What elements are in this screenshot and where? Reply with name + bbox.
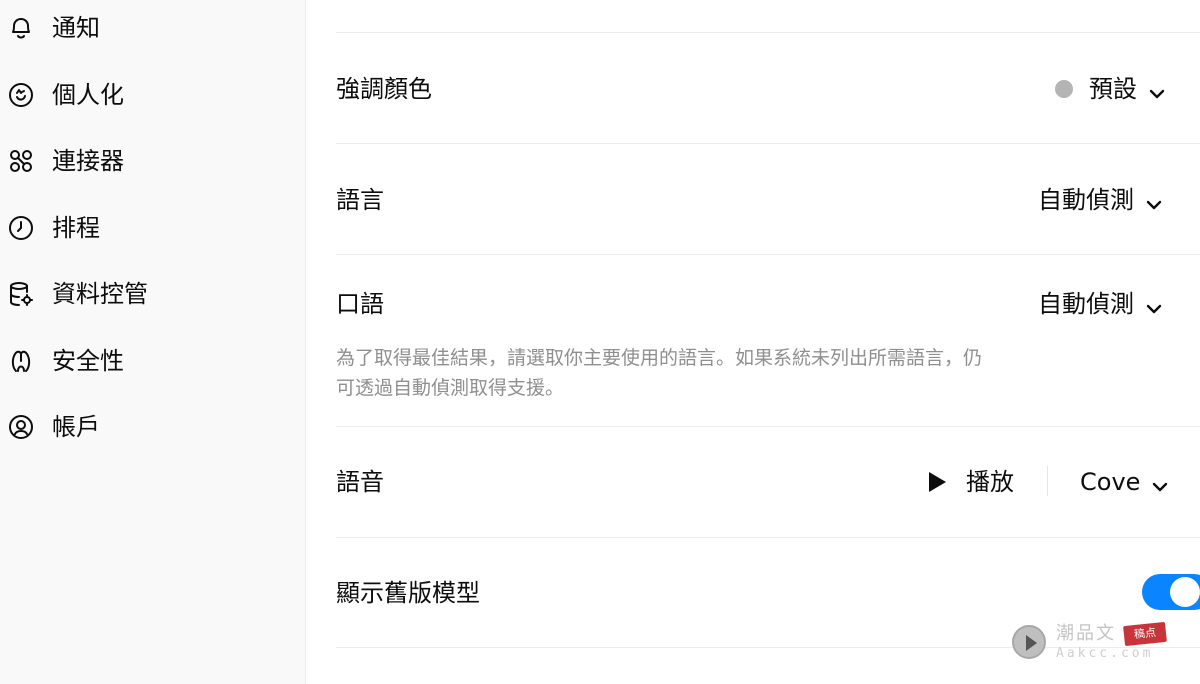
accent-color-dropdown[interactable]: 預設 — [1055, 72, 1167, 106]
chevron-down-icon — [1144, 190, 1164, 210]
play-voice-button[interactable]: 播放 — [929, 465, 1014, 499]
legacy-models-label: 顯示舊版模型 — [336, 579, 480, 607]
sidebar-item-security[interactable]: 安全性 — [0, 339, 300, 383]
divider — [336, 32, 1200, 33]
sidebar-item-personalization[interactable]: 個人化 — [0, 73, 300, 117]
sidebar-item-label: 通知 — [52, 14, 100, 42]
bell-icon — [7, 14, 35, 42]
sidebar-item-label: 帳戶 — [52, 413, 100, 441]
chevron-down-icon — [1147, 79, 1167, 99]
sidebar-item-account[interactable]: 帳戶 — [0, 405, 300, 449]
security-icon — [7, 347, 35, 375]
language-label: 語言 — [336, 186, 384, 214]
sidebar-item-notifications[interactable]: 通知 — [0, 6, 300, 50]
spoken-language-value: 自動偵測 — [1038, 290, 1134, 318]
divider — [336, 426, 1200, 427]
legacy-models-toggle[interactable] — [1142, 574, 1200, 610]
sidebar-item-data-controls[interactable]: 資料控管 — [0, 272, 300, 316]
sidebar-item-schedules[interactable]: 排程 — [0, 206, 300, 250]
chevron-down-icon — [1144, 294, 1164, 314]
voice-value: Cove — [1080, 468, 1141, 496]
accent-color-label: 強調顏色 — [336, 75, 432, 103]
divider — [336, 537, 1200, 538]
description-line: 為了取得最佳結果，請選取你主要使用的語言。如果系統未列出所需語言，仍 — [336, 347, 983, 369]
language-dropdown[interactable]: 自動偵測 — [1038, 183, 1164, 217]
sidebar-item-label: 資料控管 — [52, 280, 148, 308]
clock-icon — [7, 214, 35, 242]
voice-dropdown[interactable]: Cove — [1080, 465, 1170, 499]
sidebar-item-label: 安全性 — [52, 347, 124, 375]
sidebar-item-label: 連接器 — [52, 147, 124, 175]
spoken-language-dropdown[interactable]: 自動偵測 — [1038, 287, 1164, 321]
connectors-icon — [7, 147, 35, 175]
watermark-url: Aakcc.com — [1056, 646, 1154, 661]
watermark-text: 潮品文 — [1056, 623, 1116, 644]
play-label: 播放 — [966, 468, 1014, 496]
voice-label: 語音 — [336, 468, 384, 496]
account-icon — [7, 413, 35, 441]
vertical-separator — [1047, 466, 1048, 496]
description-line: 可透過自動偵測取得支援。 — [336, 377, 565, 399]
settings-sidebar: 通知 個人化 連接器 排程 資料控管 安全性 帳戶 — [0, 0, 306, 684]
language-value: 自動偵測 — [1038, 186, 1134, 214]
database-gear-icon — [7, 280, 35, 308]
sidebar-item-label: 排程 — [52, 214, 100, 242]
spoken-language-label: 口語 — [336, 290, 384, 318]
color-swatch — [1055, 80, 1073, 98]
chevron-down-icon — [1150, 472, 1170, 492]
sidebar-item-connectors[interactable]: 連接器 — [0, 139, 300, 183]
play-icon — [929, 472, 946, 492]
toggle-knob — [1170, 577, 1200, 607]
personalization-icon — [7, 81, 35, 109]
divider — [336, 254, 1200, 255]
accent-color-value: 預設 — [1089, 75, 1137, 103]
spoken-language-description: 為了取得最佳結果，請選取你主要使用的語言。如果系統未列出所需語言，仍 可透過自動… — [336, 343, 1116, 403]
watermark-play-logo — [1012, 625, 1046, 659]
sidebar-item-label: 個人化 — [52, 81, 124, 109]
divider — [336, 143, 1200, 144]
